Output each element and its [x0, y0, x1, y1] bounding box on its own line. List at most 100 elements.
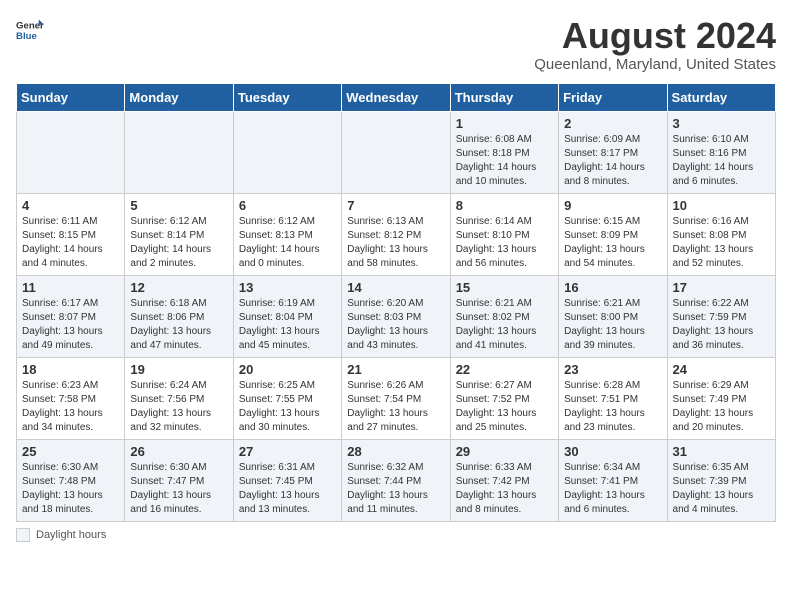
- day-number: 31: [673, 444, 770, 459]
- cell-info: Sunrise: 6:34 AM Sunset: 7:41 PM Dayligh…: [564, 461, 661, 517]
- day-header-friday: Friday: [559, 83, 667, 111]
- day-number: 10: [673, 198, 770, 213]
- table-row: 8 Sunrise: 6:14 AM Sunset: 8:10 PM Daylig…: [450, 193, 558, 275]
- table-row: 24 Sunrise: 6:29 AM Sunset: 7:49 PM Dayli…: [667, 357, 775, 439]
- day-number: 21: [347, 362, 444, 377]
- table-row: 6 Sunrise: 6:12 AM Sunset: 8:13 PM Daylig…: [233, 193, 341, 275]
- cell-info: Sunrise: 6:16 AM Sunset: 8:08 PM Dayligh…: [673, 215, 770, 271]
- month-year: August 2024: [534, 16, 776, 56]
- cell-info: Sunrise: 6:21 AM Sunset: 8:02 PM Dayligh…: [456, 297, 553, 353]
- table-row: 21 Sunrise: 6:26 AM Sunset: 7:54 PM Dayli…: [342, 357, 450, 439]
- table-row: 10 Sunrise: 6:16 AM Sunset: 8:08 PM Dayli…: [667, 193, 775, 275]
- day-number: 12: [130, 280, 227, 295]
- table-row: 2Sunrise: 6:09 AM Sunset: 8:17 PM Daylig…: [559, 111, 667, 193]
- cell-info: Sunrise: 6:20 AM Sunset: 8:03 PM Dayligh…: [347, 297, 444, 353]
- day-number: 18: [22, 362, 119, 377]
- table-row: 17Sunrise: 6:22 AM Sunset: 7:59 PM Dayli…: [667, 275, 775, 357]
- table-row: 12 Sunrise: 6:18 AM Sunset: 8:06 PM Dayli…: [125, 275, 233, 357]
- table-row: 28 Sunrise: 6:32 AM Sunset: 7:44 PM Dayli…: [342, 439, 450, 521]
- cell-info: Sunrise: 6:24 AM Sunset: 7:56 PM Dayligh…: [130, 379, 227, 435]
- day-number: 14: [347, 280, 444, 295]
- cell-info: Sunrise: 6:32 AM Sunset: 7:44 PM Dayligh…: [347, 461, 444, 517]
- cell-info: Sunrise: 6:28 AM Sunset: 7:51 PM Dayligh…: [564, 379, 661, 435]
- cell-info: Sunrise: 6:25 AM Sunset: 7:55 PM Dayligh…: [239, 379, 336, 435]
- table-row: 13 Sunrise: 6:19 AM Sunset: 8:04 PM Dayli…: [233, 275, 341, 357]
- day-number: 20: [239, 362, 336, 377]
- day-number: 6: [239, 198, 336, 213]
- table-row: 31 Sunrise: 6:35 AM Sunset: 7:39 PM Dayli…: [667, 439, 775, 521]
- day-number: 26: [130, 444, 227, 459]
- logo: General Blue: [16, 16, 44, 44]
- day-header-tuesday: Tuesday: [233, 83, 341, 111]
- day-number: 27: [239, 444, 336, 459]
- cell-info: Sunrise: 6:31 AM Sunset: 7:45 PM Dayligh…: [239, 461, 336, 517]
- day-number: 16: [564, 280, 661, 295]
- day-number: 13: [239, 280, 336, 295]
- cell-info: Sunrise: 6:30 AM Sunset: 7:48 PM Dayligh…: [22, 461, 119, 517]
- table-row: 9 Sunrise: 6:15 AM Sunset: 8:09 PM Daylig…: [559, 193, 667, 275]
- day-number: 22: [456, 362, 553, 377]
- cell-info: Sunrise: 6:30 AM Sunset: 7:47 PM Dayligh…: [130, 461, 227, 517]
- table-row: 25 Sunrise: 6:30 AM Sunset: 7:48 PM Dayli…: [17, 439, 125, 521]
- cell-info: Sunrise: 6:10 AM Sunset: 8:16 PM Dayligh…: [673, 133, 770, 189]
- table-row: [342, 111, 450, 193]
- table-row: 18 Sunrise: 6:23 AM Sunset: 7:58 PM Dayli…: [17, 357, 125, 439]
- table-row: [233, 111, 341, 193]
- calendar-table: SundayMondayTuesdayWednesdayThursdayFrid…: [16, 83, 776, 522]
- cell-info: Sunrise: 6:29 AM Sunset: 7:49 PM Dayligh…: [673, 379, 770, 435]
- legend-label: Daylight hours: [36, 529, 106, 541]
- table-row: [17, 111, 125, 193]
- table-row: 20 Sunrise: 6:25 AM Sunset: 7:55 PM Dayli…: [233, 357, 341, 439]
- cell-info: Sunrise: 6:19 AM Sunset: 8:04 PM Dayligh…: [239, 297, 336, 353]
- table-row: 14 Sunrise: 6:20 AM Sunset: 8:03 PM Dayli…: [342, 275, 450, 357]
- day-number: 15: [456, 280, 553, 295]
- table-row: 11 Sunrise: 6:17 AM Sunset: 8:07 PM Dayli…: [17, 275, 125, 357]
- day-number: 9: [564, 198, 661, 213]
- cell-info: Sunrise: 6:23 AM Sunset: 7:58 PM Dayligh…: [22, 379, 119, 435]
- cell-info: Sunrise: 6:15 AM Sunset: 8:09 PM Dayligh…: [564, 215, 661, 271]
- table-row: 5Sunrise: 6:12 AM Sunset: 8:14 PM Daylig…: [125, 193, 233, 275]
- day-number: 8: [456, 198, 553, 213]
- day-number: 29: [456, 444, 553, 459]
- day-number: 24: [673, 362, 770, 377]
- day-number: 28: [347, 444, 444, 459]
- legend-box: [16, 528, 30, 542]
- cell-info: Sunrise: 6:11 AM Sunset: 8:15 PM Dayligh…: [22, 215, 119, 271]
- day-number: 25: [22, 444, 119, 459]
- day-number: 7: [347, 198, 444, 213]
- day-number: 1: [456, 116, 553, 131]
- cell-info: Sunrise: 6:26 AM Sunset: 7:54 PM Dayligh…: [347, 379, 444, 435]
- day-number: 23: [564, 362, 661, 377]
- day-number: 2: [564, 116, 661, 131]
- table-row: 15 Sunrise: 6:21 AM Sunset: 8:02 PM Dayli…: [450, 275, 558, 357]
- cell-info: Sunrise: 6:12 AM Sunset: 8:14 PM Dayligh…: [130, 215, 227, 271]
- day-header-sunday: Sunday: [17, 83, 125, 111]
- cell-info: Sunrise: 6:35 AM Sunset: 7:39 PM Dayligh…: [673, 461, 770, 517]
- table-row: 4 Sunrise: 6:11 AM Sunset: 8:15 PM Daylig…: [17, 193, 125, 275]
- table-row: [125, 111, 233, 193]
- day-number: 30: [564, 444, 661, 459]
- logo-icon: General Blue: [16, 16, 44, 44]
- title-area: August 2024 Queenland, Maryland, United …: [534, 16, 776, 73]
- table-row: 23 Sunrise: 6:28 AM Sunset: 7:51 PM Dayli…: [559, 357, 667, 439]
- day-number: 11: [22, 280, 119, 295]
- cell-info: Sunrise: 6:18 AM Sunset: 8:06 PM Dayligh…: [130, 297, 227, 353]
- table-row: 16 Sunrise: 6:21 AM Sunset: 8:00 PM Dayli…: [559, 275, 667, 357]
- table-row: 27 Sunrise: 6:31 AM Sunset: 7:45 PM Dayli…: [233, 439, 341, 521]
- header: General Blue August 2024 Queenland, Mary…: [16, 16, 776, 73]
- svg-text:Blue: Blue: [16, 31, 37, 42]
- cell-info: Sunrise: 6:22 AM Sunset: 7:59 PM Dayligh…: [673, 297, 770, 353]
- table-row: 29Sunrise: 6:33 AM Sunset: 7:42 PM Dayli…: [450, 439, 558, 521]
- table-row: 7Sunrise: 6:13 AM Sunset: 8:12 PM Daylig…: [342, 193, 450, 275]
- day-number: 3: [673, 116, 770, 131]
- table-row: 1 Sunrise: 6:08 AM Sunset: 8:18 PM Daylig…: [450, 111, 558, 193]
- cell-info: Sunrise: 6:17 AM Sunset: 8:07 PM Dayligh…: [22, 297, 119, 353]
- cell-info: Sunrise: 6:08 AM Sunset: 8:18 PM Dayligh…: [456, 133, 553, 189]
- cell-info: Sunrise: 6:21 AM Sunset: 8:00 PM Dayligh…: [564, 297, 661, 353]
- cell-info: Sunrise: 6:27 AM Sunset: 7:52 PM Dayligh…: [456, 379, 553, 435]
- cell-info: Sunrise: 6:14 AM Sunset: 8:10 PM Dayligh…: [456, 215, 553, 271]
- table-row: 22 Sunrise: 6:27 AM Sunset: 7:52 PM Dayli…: [450, 357, 558, 439]
- cell-info: Sunrise: 6:12 AM Sunset: 8:13 PM Dayligh…: [239, 215, 336, 271]
- table-row: 3 Sunrise: 6:10 AM Sunset: 8:16 PM Daylig…: [667, 111, 775, 193]
- day-number: 4: [22, 198, 119, 213]
